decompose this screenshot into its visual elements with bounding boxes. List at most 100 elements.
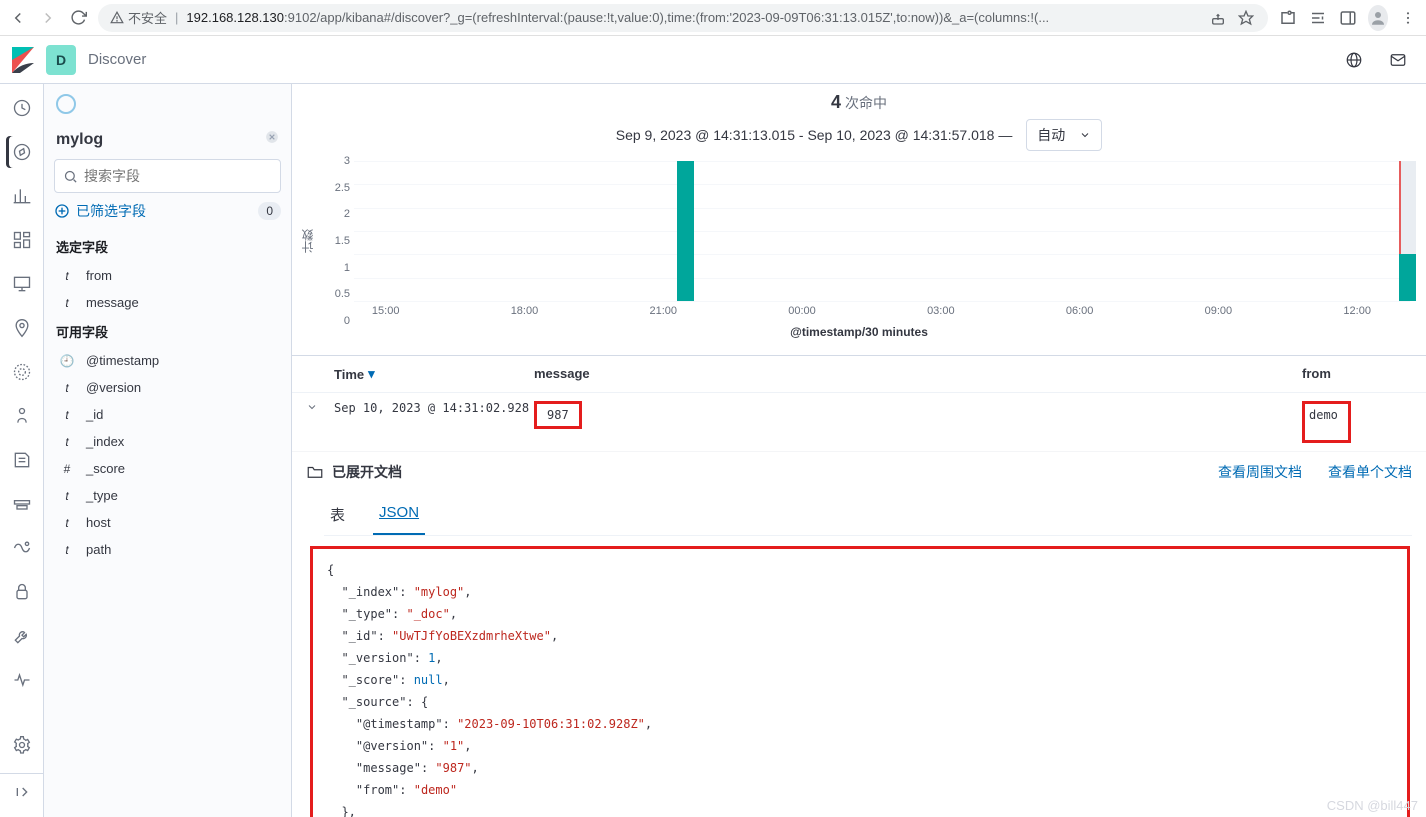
breadcrumb[interactable]: Discover [88,51,146,68]
tab-table[interactable]: 表 [324,496,351,535]
extensions-icon[interactable] [1278,8,1298,28]
field-@version[interactable]: t@version [44,374,291,401]
field-host[interactable]: thost [44,509,291,536]
filter-count: 0 [258,202,281,220]
rail-siem-icon[interactable] [6,576,38,608]
rail-collapse-icon[interactable] [0,773,43,809]
histogram-bar[interactable] [677,161,694,301]
field-type-icon: t [58,408,76,422]
field-@timestamp[interactable]: 🕘 @timestamp [44,347,291,374]
search-icon [63,169,78,184]
expanded-doc: 已展开文档 查看周围文档 查看单个文档 表 JSON { "_index": "… [292,452,1426,817]
json-source-highlighted: { "_index": "mylog", "_type": "_doc", "_… [310,546,1410,817]
y-tick: 2 [318,208,350,220]
rail-apm-icon[interactable] [6,488,38,520]
mail-icon[interactable] [1382,44,1414,76]
rail-uptime-icon[interactable] [6,532,38,564]
kibana-logo[interactable] [12,47,34,73]
space-badge[interactable]: D [46,45,76,75]
rail-recent-icon[interactable] [6,92,38,124]
field-_type[interactable]: t _type [44,482,291,509]
cell-from: demo [1302,401,1351,443]
field-label: from [86,268,112,283]
link-single[interactable]: 查看单个文档 [1328,462,1412,482]
interval-select[interactable]: 自动 [1026,119,1102,151]
reading-list-icon[interactable] [1308,8,1328,28]
field-label: _index [86,434,124,449]
rail-metrics-icon[interactable] [6,400,38,432]
insecure-badge: 不安全 [110,8,167,27]
field-type-icon: t [58,296,76,310]
rail-canvas-icon[interactable] [6,268,38,300]
watermark: CSDN @bill447 [1327,798,1418,813]
field-_score[interactable]: #_score [44,455,291,482]
y-tick: 2.5 [318,182,350,194]
field-label: _type [86,488,118,503]
field-type-icon: 🕘 [58,354,76,368]
link-surrounding[interactable]: 查看周围文档 [1218,462,1302,482]
share-icon[interactable] [1208,8,1228,28]
rail-discover-icon[interactable] [6,136,38,168]
y-axis-label: 计数 [299,229,316,253]
rail-visualize-icon[interactable] [6,180,38,212]
col-time[interactable]: Time ▾ [334,366,534,382]
histogram[interactable]: 计数 15:0018:0021:0000:0003:0006:0009:0012… [292,161,1426,321]
field-type-icon: t [58,516,76,530]
sidebar-top-link[interactable]: ...加载中... [44,92,291,120]
panel-icon[interactable] [1338,8,1358,28]
field-label: path [86,542,111,557]
sort-desc-icon: ▾ [368,366,375,382]
rail-dashboard-icon[interactable] [6,224,38,256]
back-icon[interactable] [8,8,28,28]
x-tick: 00:00 [788,305,816,317]
rail-ml-icon[interactable] [6,356,38,388]
doc-title: 已展开文档 [332,462,402,482]
kebab-icon[interactable] [1398,8,1418,28]
field-type-icon: t [58,543,76,557]
field-from[interactable]: tfrom [44,262,291,289]
filter-toggle[interactable]: 已筛选字段 0 [54,201,281,221]
field-label: @timestamp [86,353,159,368]
address-bar[interactable]: 不安全 | 192.168.128.130:9102/app/kibana#/d… [98,4,1268,32]
index-pattern-title[interactable]: mylog [56,131,103,149]
rail-maps-icon[interactable] [6,312,38,344]
doc-tabs: 表 JSON [324,496,1412,536]
field-type-icon: t [58,489,76,503]
x-tick: 15:00 [372,305,400,317]
browser-toolbar: 不安全 | 192.168.128.130:9102/app/kibana#/d… [0,0,1426,36]
rail-monitor-icon[interactable] [6,664,38,696]
field-label: message [86,295,139,310]
rail-devtools-icon[interactable] [6,620,38,652]
newsfeed-icon[interactable] [1338,44,1370,76]
x-tick: 06:00 [1066,305,1094,317]
star-icon[interactable] [1236,8,1256,28]
x-tick: 18:00 [511,305,539,317]
hit-count: 4次命中 [292,84,1426,113]
tab-json[interactable]: JSON [373,496,425,535]
col-message[interactable]: message [534,366,1302,382]
col-from[interactable]: from [1302,366,1412,382]
progress-ring-icon [56,94,76,114]
field-_index[interactable]: t_index [44,428,291,455]
time-range: Sep 9, 2023 @ 14:31:13.015 - Sep 10, 202… [292,113,1426,161]
histogram-bar[interactable] [1399,254,1416,301]
field-search-input[interactable] [84,168,272,184]
field-message[interactable]: t message [44,289,291,316]
results-table: Time ▾ message from Sep 10, 2023 @ 14:31… [292,355,1426,817]
reload-icon[interactable] [68,8,88,28]
field-search[interactable] [54,159,281,193]
rail-logs-icon[interactable] [6,444,38,476]
x-tick: 12:00 [1343,305,1371,317]
forward-icon[interactable] [38,8,58,28]
y-tick: 0 [318,315,350,327]
filter-label: 已筛选字段 [76,201,146,221]
field-_id[interactable]: t_id [44,401,291,428]
x-tick: 03:00 [927,305,955,317]
field-type-icon: t [58,269,76,283]
close-icon[interactable] [265,130,279,149]
x-axis-label: @timestamp/30 minutes [292,321,1426,349]
profile-icon[interactable] [1368,8,1388,28]
rail-management-icon[interactable] [6,729,38,761]
collapse-row-icon[interactable] [306,401,334,416]
field-path[interactable]: tpath [44,536,291,563]
